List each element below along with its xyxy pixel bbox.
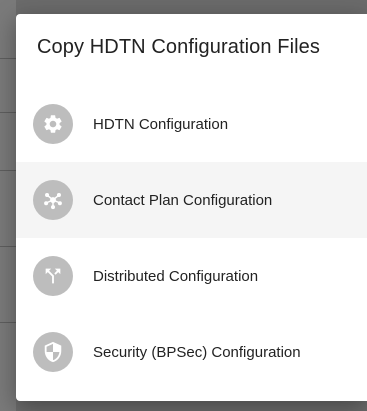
background-divider [0,322,16,323]
background-divider [0,170,16,171]
option-label: Distributed Configuration [93,267,259,285]
option-label: Security (BPSec) Configuration [93,343,301,361]
background-divider [0,58,16,59]
option-label: HDTN Configuration [93,115,229,133]
call-split-icon [33,256,73,296]
background-page [0,0,16,411]
dialog-title: Copy HDTN Configuration Files [37,36,320,58]
option-distributed-configuration[interactable]: Distributed Configuration [16,238,367,314]
background-divider [0,112,16,113]
gear-icon [33,104,73,144]
option-security-bpsec-configuration[interactable]: Security (BPSec) Configuration [16,314,367,390]
copy-config-dialog: Copy HDTN Configuration Files HDTN Confi… [16,14,367,401]
option-label: Contact Plan Configuration [93,191,273,209]
option-hdtn-configuration[interactable]: HDTN Configuration [16,86,367,162]
background-divider [0,246,16,247]
network-hub-icon [33,180,73,220]
shield-icon [33,332,73,372]
option-contact-plan-configuration[interactable]: Contact Plan Configuration [16,162,367,238]
config-options-list: HDTN Configuration Contact Plan Configur… [16,86,367,390]
